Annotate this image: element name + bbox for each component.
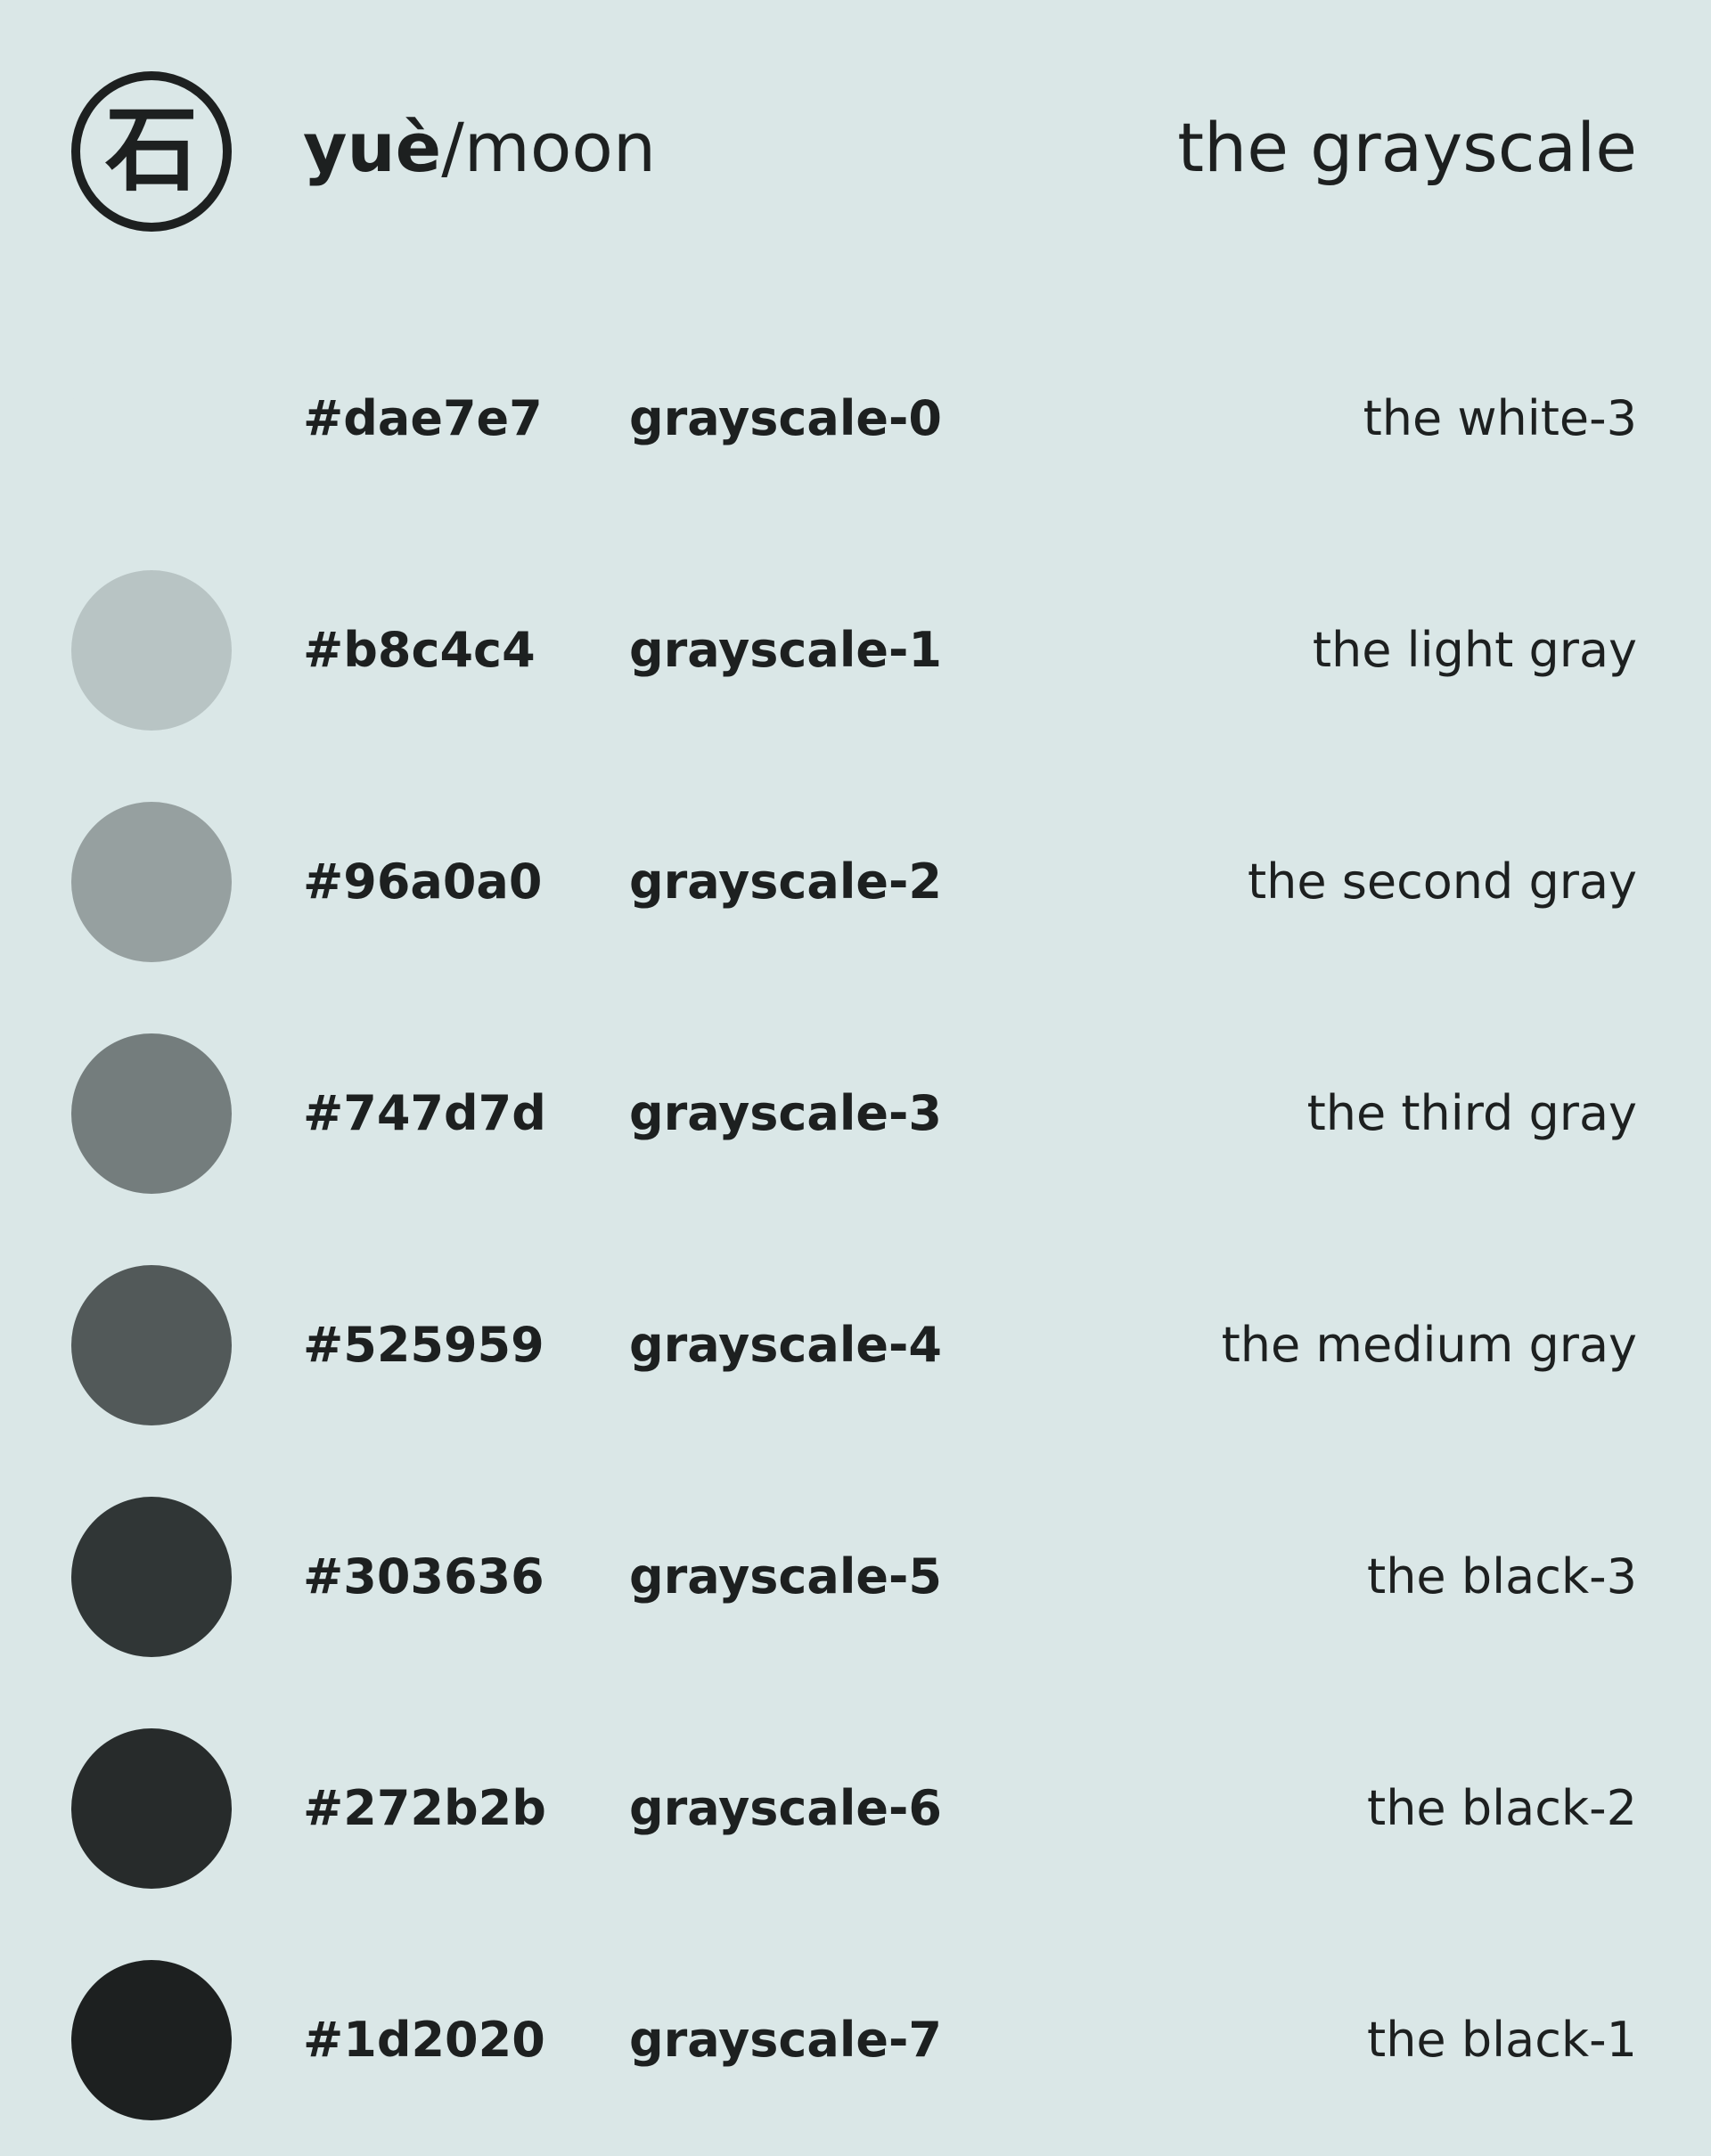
hex-code: #303636 <box>303 1548 544 1605</box>
token-name: grayscale-2 <box>629 853 942 910</box>
hex-code: #1d2020 <box>303 2012 545 2068</box>
brand-name-rest: /moon <box>441 108 657 187</box>
color-swatch <box>71 1497 232 1657</box>
swatch-row-grayscale-4: #525959 grayscale-4 the medium gray <box>0 1229 1711 1461</box>
hex-code: #747d7d <box>303 1085 546 1141</box>
page-header: 石 yuè/moon the grayscale <box>0 0 1711 303</box>
swatch-row-grayscale-7: #1d2020 grayscale-7 the black-1 <box>0 1924 1711 2156</box>
color-swatch <box>71 1960 232 2120</box>
token-name: grayscale-0 <box>629 390 942 446</box>
swatch-row-grayscale-5: #303636 grayscale-5 the black-3 <box>0 1461 1711 1693</box>
token-name: grayscale-7 <box>629 2012 942 2068</box>
color-label: the black-2 <box>1367 1780 1637 1836</box>
swatch-row-grayscale-2: #96a0a0 grayscale-2 the second gray <box>0 766 1711 998</box>
hex-code: #525959 <box>303 1317 544 1373</box>
swatch-row-grayscale-0: #dae7e7 grayscale-0 the white-3 <box>0 303 1711 535</box>
color-label: the light gray <box>1312 622 1637 678</box>
hex-code: #272b2b <box>303 1780 546 1836</box>
color-label: the medium gray <box>1221 1317 1637 1373</box>
color-label: the black-3 <box>1367 1548 1637 1605</box>
logo-glyph: 石 <box>104 95 198 204</box>
swatch-row-grayscale-3: #747d7d grayscale-3 the third gray <box>0 998 1711 1229</box>
token-name: grayscale-5 <box>629 1548 942 1605</box>
color-swatch <box>71 1265 232 1425</box>
color-swatch <box>71 802 232 962</box>
color-swatch <box>71 339 232 499</box>
color-label: the third gray <box>1306 1085 1637 1141</box>
hex-code: #b8c4c4 <box>303 622 536 678</box>
color-swatch <box>71 1033 232 1194</box>
color-label: the second gray <box>1247 853 1637 910</box>
swatch-list: #dae7e7 grayscale-0 the white-3 #b8c4c4 … <box>0 303 1711 2156</box>
color-label: the black-1 <box>1367 2012 1637 2068</box>
stone-logo-icon: 石 <box>71 71 232 232</box>
swatch-row-grayscale-6: #272b2b grayscale-6 the black-2 <box>0 1693 1711 1924</box>
token-name: grayscale-1 <box>629 622 942 678</box>
page-title: the grayscale <box>1177 108 1637 187</box>
token-name: grayscale-3 <box>629 1085 942 1141</box>
token-name: grayscale-4 <box>629 1317 942 1373</box>
swatch-row-grayscale-1: #b8c4c4 grayscale-1 the light gray <box>0 535 1711 766</box>
brand-name: yuè/moon <box>303 100 656 196</box>
color-swatch <box>71 1728 232 1889</box>
color-label: the white-3 <box>1363 390 1637 446</box>
brand-name-bold: yuè <box>303 108 442 187</box>
hex-code: #96a0a0 <box>303 853 543 910</box>
color-swatch <box>71 570 232 731</box>
token-name: grayscale-6 <box>629 1780 942 1836</box>
hex-code: #dae7e7 <box>303 390 543 446</box>
